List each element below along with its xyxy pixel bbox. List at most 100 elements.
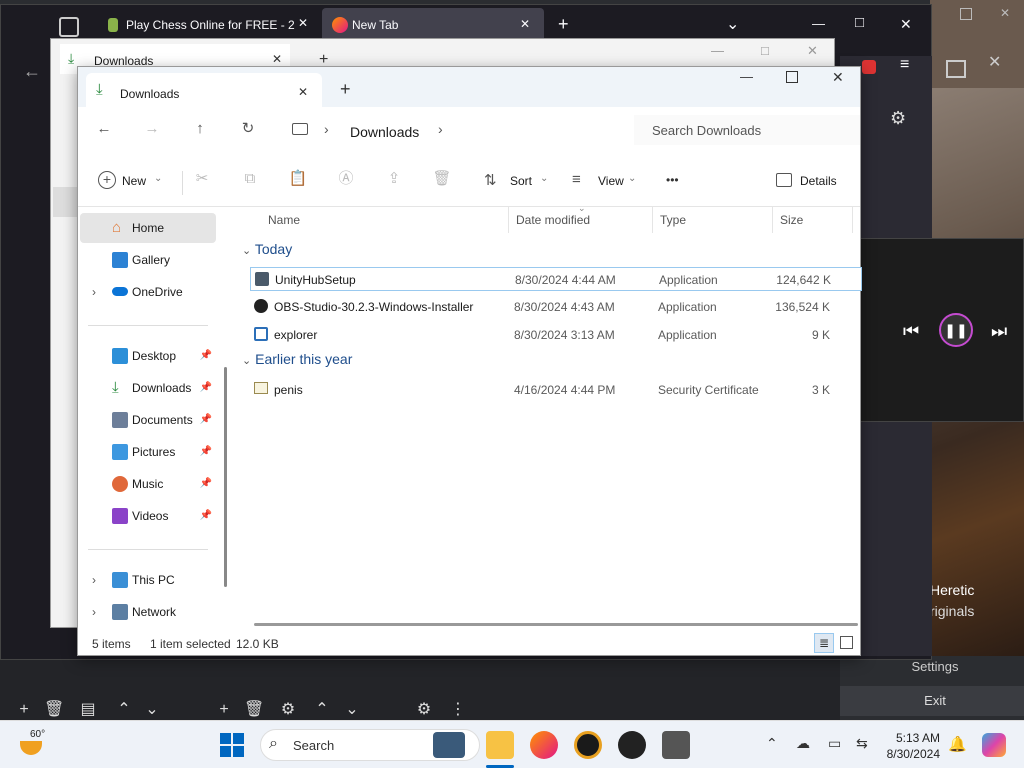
chevron-right-icon[interactable]: › xyxy=(92,277,96,307)
gear-icon[interactable]: ⚙ xyxy=(278,700,298,720)
gear-icon[interactable]: ⚙ xyxy=(890,108,906,129)
new-tab-button[interactable]: + xyxy=(558,14,569,35)
view-button[interactable]: ≡ View ⌄ xyxy=(572,169,642,193)
obs-icon[interactable] xyxy=(618,731,646,759)
add-icon[interactable]: + xyxy=(14,700,34,720)
add-tab-button[interactable]: + xyxy=(340,79,351,100)
close-icon[interactable]: ✕ xyxy=(520,17,530,31)
details-view-icon[interactable]: ≣ xyxy=(814,633,834,653)
pin-icon[interactable]: 📌 xyxy=(200,405,212,435)
chevron-up-icon[interactable]: ⌃ xyxy=(114,700,134,720)
next-track-icon[interactable]: ⏭ xyxy=(991,321,1007,342)
maximize-icon[interactable] xyxy=(946,60,966,78)
pin-icon[interactable]: 📌 xyxy=(200,501,212,531)
pin-icon[interactable]: 📌 xyxy=(200,469,212,499)
display-icon[interactable]: ▭ xyxy=(828,735,841,752)
forward-arrow-icon[interactable]: → xyxy=(140,117,164,141)
chevron-up-icon[interactable]: ⌃ xyxy=(766,735,778,752)
horizontal-scrollbar[interactable] xyxy=(254,623,858,626)
sort-button[interactable]: ⇅ Sort ⌄ xyxy=(482,169,552,193)
tab-new-tab[interactable]: New Tab ✕ xyxy=(322,8,544,42)
previous-track-icon[interactable]: ⏮ xyxy=(903,321,919,342)
tab-chess[interactable]: Play Chess Online for FREE - 2 ✕ xyxy=(94,4,316,40)
chevron-up-icon[interactable]: ⌃ xyxy=(312,700,332,720)
minimize-icon[interactable]: — xyxy=(711,43,724,58)
copilot-icon[interactable] xyxy=(982,733,1006,757)
nav-item-downloads[interactable]: ⤓ Downloads 📌 xyxy=(80,373,216,403)
search-input[interactable]: Search Downloads xyxy=(652,123,761,138)
share-icon[interactable]: ⇪ xyxy=(382,167,406,191)
firefox-icon[interactable] xyxy=(530,731,558,759)
tiles-view-icon[interactable] xyxy=(840,636,853,649)
nav-item-gallery[interactable]: Gallery xyxy=(80,245,216,275)
filter-icon[interactable]: ▤ xyxy=(78,700,98,720)
trash-icon[interactable]: 🗑 xyxy=(244,700,264,720)
obs-exit-button[interactable]: Exit xyxy=(840,686,1024,716)
close-icon[interactable]: ✕ xyxy=(1000,6,1010,20)
cut-icon[interactable]: ✂ xyxy=(190,167,214,191)
taskbar-search[interactable]: ⌕ Search xyxy=(260,729,480,761)
chevron-right-icon[interactable]: › xyxy=(438,121,443,137)
start-button[interactable] xyxy=(220,733,244,757)
trash-icon[interactable]: 🗑 xyxy=(44,700,64,720)
nav-item-this-pc[interactable]: › This PC xyxy=(80,565,216,595)
table-row[interactable]: UnityHubSetup 8/30/2024 4:44 AM Applicat… xyxy=(250,267,862,291)
nav-scrollbar[interactable] xyxy=(224,367,227,587)
column-name[interactable]: Name xyxy=(268,213,300,227)
notification-bell-icon[interactable]: 🔔 xyxy=(948,735,967,753)
chevron-right-icon[interactable]: › xyxy=(92,565,96,595)
group-header-earlier[interactable]: ⌄ Earlier this year xyxy=(242,351,352,367)
cloud-off-icon[interactable]: ☁ xyxy=(796,735,810,752)
clock-date[interactable]: 8/30/2024 xyxy=(884,747,940,761)
nav-item-videos[interactable]: Videos 📌 xyxy=(80,501,216,531)
unity-icon[interactable] xyxy=(662,731,690,759)
nav-item-pictures[interactable]: Pictures 📌 xyxy=(80,437,216,467)
copy-icon[interactable]: ⧉ xyxy=(238,167,262,191)
nav-item-desktop[interactable]: Desktop 📌 xyxy=(80,341,216,371)
extension-icon[interactable] xyxy=(862,60,876,74)
rename-icon[interactable]: Ⓐ xyxy=(334,167,358,191)
add-icon[interactable]: + xyxy=(214,700,234,720)
column-size[interactable]: Size xyxy=(780,213,803,227)
nav-item-documents[interactable]: Documents 📌 xyxy=(80,405,216,435)
weather-widget[interactable]: 60° xyxy=(18,729,46,757)
nav-item-home[interactable]: ⌂ Home xyxy=(80,213,216,243)
maximize-button[interactable]: □ xyxy=(855,14,864,31)
nav-item-onedrive[interactable]: › OneDrive xyxy=(80,277,216,307)
tab-overview-icon[interactable] xyxy=(59,17,79,37)
close-button[interactable]: ✕ xyxy=(900,16,912,33)
close-icon[interactable]: ✕ xyxy=(272,52,282,66)
back-arrow-icon[interactable]: ← xyxy=(92,117,116,141)
table-row[interactable]: OBS-Studio-30.2.3-Windows-Installer 8/30… xyxy=(250,295,862,319)
group-header-today[interactable]: ⌄ Today xyxy=(242,241,292,257)
column-type[interactable]: Type xyxy=(660,213,686,227)
pause-button[interactable]: ❚❚ xyxy=(939,313,973,347)
file-explorer-icon[interactable] xyxy=(486,731,514,759)
maximize-icon[interactable] xyxy=(960,8,972,20)
close-icon[interactable]: ✕ xyxy=(807,43,818,59)
network-icon[interactable]: ⇆ xyxy=(856,735,868,752)
clock-time[interactable]: 5:13 AM xyxy=(884,731,940,745)
table-row[interactable]: explorer 8/30/2024 3:13 AM Application 9… xyxy=(250,323,862,347)
maximize-icon[interactable]: □ xyxy=(761,43,769,58)
tab-downloads[interactable]: ⤓ Downloads ✕ xyxy=(86,73,322,107)
more-options-button[interactable]: ••• xyxy=(666,173,679,187)
maximize-button[interactable] xyxy=(786,71,798,83)
search-box[interactable]: Search Downloads xyxy=(634,115,860,145)
minimize-button[interactable]: — xyxy=(812,16,825,31)
close-button[interactable]: ✕ xyxy=(832,69,844,86)
pin-icon[interactable]: 📌 xyxy=(200,373,212,403)
back-arrow-icon[interactable]: ← xyxy=(23,61,41,82)
pin-icon[interactable]: 📌 xyxy=(200,437,212,467)
media-player-icon[interactable] xyxy=(574,731,602,759)
paste-icon[interactable]: 📋 xyxy=(286,167,310,191)
details-button[interactable]: Details xyxy=(774,169,854,193)
up-arrow-icon[interactable]: ↑ xyxy=(188,117,212,141)
new-button[interactable]: + New ⌄ xyxy=(96,169,176,193)
breadcrumb[interactable]: Downloads xyxy=(350,124,419,140)
chevron-down-icon[interactable]: ⌄ xyxy=(342,700,362,720)
close-icon[interactable]: ✕ xyxy=(298,85,308,99)
table-row[interactable]: penis 4/16/2024 4:44 PM Security Certifi… xyxy=(250,378,862,402)
chevron-right-icon[interactable]: › xyxy=(92,597,96,627)
menu-icon[interactable]: ≡ xyxy=(900,56,909,74)
